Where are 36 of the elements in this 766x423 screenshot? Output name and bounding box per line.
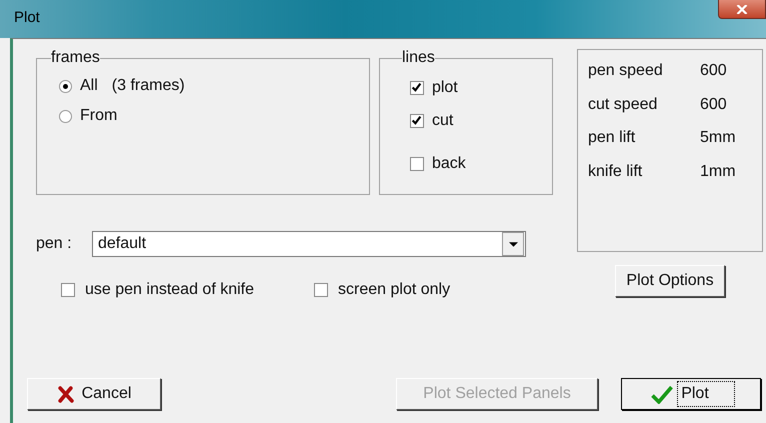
setting-value: 5mm <box>700 129 736 148</box>
radio-button[interactable] <box>59 80 72 92</box>
checkmark-icon <box>651 384 674 404</box>
group-title: frames <box>51 49 100 67</box>
pen-dropdown[interactable]: default <box>92 231 526 257</box>
close-button[interactable] <box>718 0 766 19</box>
window-title: Plot <box>14 9 40 26</box>
checkbox-label: plot <box>432 78 458 96</box>
checkbox[interactable] <box>314 283 328 297</box>
dropdown-arrow-icon <box>508 242 518 246</box>
radio-label: All <box>80 77 98 95</box>
setting-value: 600 <box>700 96 727 114</box>
checkbox-label: screen plot only <box>338 281 450 299</box>
checkbox[interactable] <box>410 114 424 128</box>
setting-value: 600 <box>700 62 727 81</box>
cross-icon <box>56 386 74 402</box>
plot-options-button[interactable]: Plot Options <box>615 265 725 297</box>
setting-name: pen lift <box>588 129 636 148</box>
checkbox[interactable] <box>410 156 424 170</box>
pen-label: pen : <box>36 235 73 253</box>
radio-label: From <box>80 107 118 125</box>
checkbox-label: back <box>432 154 466 172</box>
cancel-button[interactable]: Cancel <box>27 378 161 410</box>
checkbox[interactable] <box>410 80 424 94</box>
checkbox-label: use pen instead of knife <box>85 281 254 299</box>
checkbox-label: cut <box>432 112 454 130</box>
group-title: lines <box>402 49 435 67</box>
setting-name: cut speed <box>588 96 658 114</box>
checkbox[interactable] <box>61 283 75 297</box>
frame-count: (3 frames) <box>112 77 185 95</box>
setting-name: pen speed <box>588 62 664 81</box>
radio-button[interactable] <box>59 110 72 122</box>
setting-name: knife lift <box>588 162 644 182</box>
close-icon <box>735 4 749 14</box>
plot-button[interactable]: Plot <box>621 378 761 410</box>
setting-value: 1mm <box>700 162 736 182</box>
